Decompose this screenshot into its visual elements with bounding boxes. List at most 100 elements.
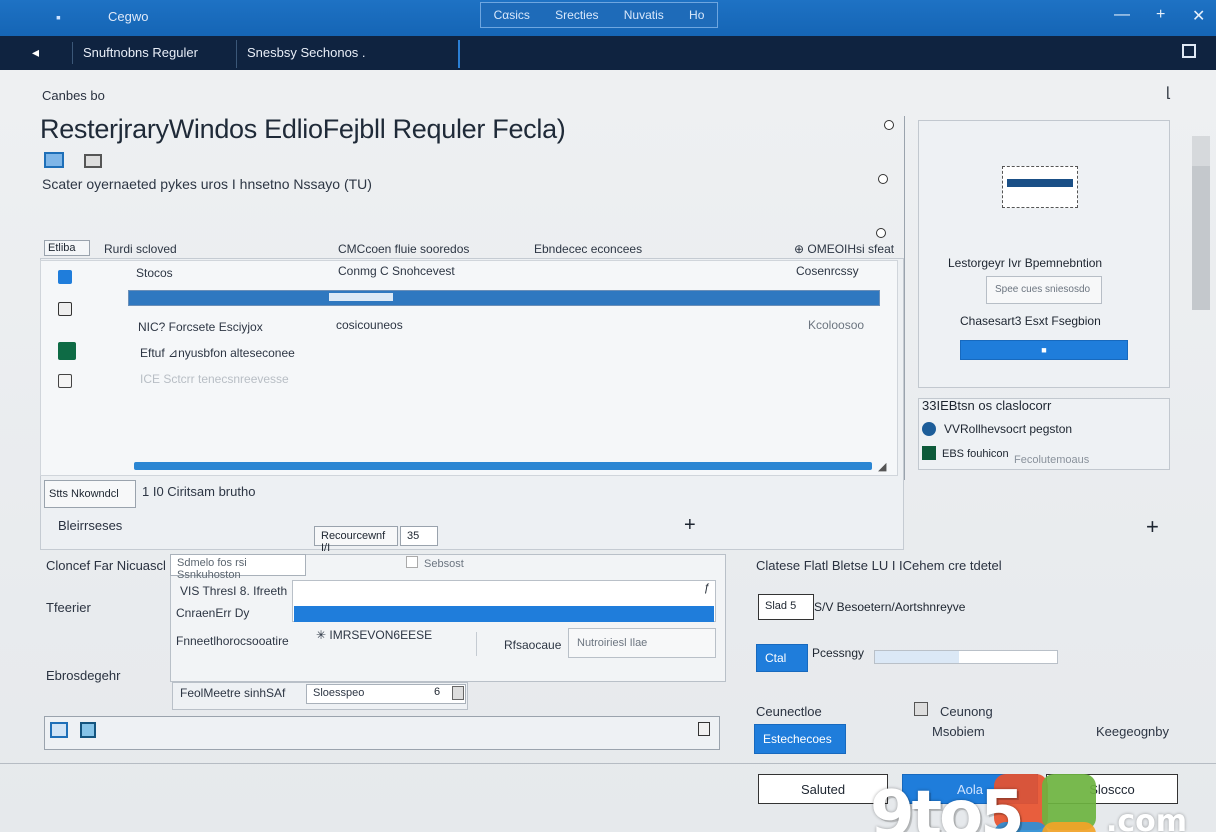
window-title: Cegwo xyxy=(108,9,149,24)
radio-option[interactable] xyxy=(884,120,894,130)
radio-option[interactable] xyxy=(876,228,886,238)
ensure-value: FeolMeetre sinhSAf xyxy=(180,686,286,700)
title-tab[interactable]: Srecties xyxy=(555,8,598,22)
checkbox[interactable] xyxy=(406,556,418,568)
row-status: Cosenrcssy xyxy=(796,264,859,278)
row-name: Eftuf ⊿nyusbfon alteseconee xyxy=(140,346,295,360)
navigation-bar: ◂ Snuftnobns Reguler Snesbsy Sechonos . xyxy=(0,36,1216,70)
column-header[interactable]: ⊕ OMEOIHsi sfeat xyxy=(794,242,894,256)
option-item[interactable]: Ceunong xyxy=(940,704,993,719)
status-strip xyxy=(44,716,720,750)
row-icon xyxy=(58,270,72,284)
progress-bar xyxy=(874,650,1058,664)
panel-divider xyxy=(904,116,905,480)
info-item: EBS fouhicon xyxy=(942,448,1009,460)
title-bar: ▪ Cegwo Cαsics Srecties Nuvatis Ho — + ✕ xyxy=(0,0,1216,36)
separator xyxy=(476,632,477,656)
resize-grip-icon[interactable]: ◢ xyxy=(878,460,886,473)
row-type: cosicouneos xyxy=(336,318,403,332)
list-code: ✳ IMRSEVON6EESE xyxy=(316,628,433,642)
dropdown-selected-item[interactable] xyxy=(294,606,714,622)
title-tab-strip: Cαsics Srecties Nuvatis Ho xyxy=(480,2,718,28)
corner-icon: ⌊ xyxy=(1166,84,1172,100)
option-item[interactable]: Keegeognby xyxy=(1096,724,1169,739)
card-action-button[interactable]: ■ xyxy=(960,340,1128,360)
printer-icon xyxy=(914,702,928,716)
horizontal-scrollbar[interactable] xyxy=(134,462,872,470)
page-title: ResterjraryWindos EdlioFejbll Requler Fe… xyxy=(40,114,566,144)
app-icon: ▪ xyxy=(56,9,61,25)
option-box[interactable]: Nutroiriesl Ilae xyxy=(568,628,716,658)
resources-button[interactable]: Recourcewnf I/I xyxy=(314,526,398,554)
close-button[interactable]: ✕ xyxy=(1192,6,1205,26)
panel-toggle-icon[interactable] xyxy=(1182,44,1196,58)
card-input[interactable]: Spee cues sniesosdo xyxy=(986,276,1102,304)
back-icon[interactable]: ◂ xyxy=(32,44,39,61)
title-tab[interactable]: Nuvatis xyxy=(624,8,664,22)
resources-count[interactable]: 35 xyxy=(400,526,438,546)
main-content: ⌊ Canbes bo ResterjraryWindos EdlioFejbl… xyxy=(0,70,1216,832)
card-label: Chasesart3 Esxt Fsegbion xyxy=(960,314,1101,328)
field-hint: Sebsost xyxy=(424,558,464,570)
key-description: S/V Besoetern/Aortshnreyve xyxy=(814,600,966,614)
sheet-icon xyxy=(58,342,76,360)
list-item[interactable]: Fnneetlhorocsooatire xyxy=(176,634,289,648)
field-label: Cloncef Far Nicuascl xyxy=(46,558,166,573)
section-heading: Bleirrseses xyxy=(58,518,123,533)
monitor-icon xyxy=(44,152,64,168)
row-chip xyxy=(329,293,393,301)
add-icon[interactable]: + xyxy=(684,514,696,537)
row-status: Kcoloosoo xyxy=(808,318,865,332)
table-row-selected[interactable] xyxy=(128,290,880,306)
field-label: Ebrosdegehr xyxy=(46,668,121,683)
info-item-secondary: Fecolutemoaus xyxy=(1014,454,1090,466)
column-header[interactable]: CMCcoen fluie sooredos xyxy=(338,242,469,256)
action-button[interactable]: Estechecoes xyxy=(754,724,846,754)
info-card-title: 33IEBtsn os claslocorr xyxy=(922,398,1052,413)
row-name: ICE Sctcrr tenecsnreevesse xyxy=(140,372,289,386)
phone-icon xyxy=(58,302,72,316)
column-header[interactable]: Rurdi scloved xyxy=(104,242,177,256)
info-icon xyxy=(922,422,936,436)
section-label: Canbes bo xyxy=(42,88,105,103)
add-icon[interactable]: + xyxy=(1146,514,1159,540)
preview-image xyxy=(1002,166,1078,208)
ensure-input[interactable]: Sloesspeo xyxy=(306,684,466,704)
check-icon[interactable] xyxy=(50,722,68,738)
title-tab[interactable]: Cαsics xyxy=(494,8,530,22)
filter-icon[interactable] xyxy=(80,722,96,738)
dropdown-caret-icon[interactable]: ƒ xyxy=(704,582,710,594)
attachment-icon[interactable] xyxy=(698,722,710,736)
stepper-icon[interactable] xyxy=(452,686,464,700)
list-item[interactable]: Rfsaocaue xyxy=(504,638,561,652)
blue-button[interactable]: Ctal xyxy=(756,644,808,672)
table-tab[interactable]: Stts Nkowndcl xyxy=(44,480,136,508)
breadcrumb-item[interactable]: Snuftnobns Reguler xyxy=(72,42,208,64)
breadcrumb-item-active[interactable]: Snesbsy Sechonos . xyxy=(236,40,460,68)
scrollbar-thumb[interactable] xyxy=(1192,166,1210,310)
record-count: 1 I0 Ciritsam brutho xyxy=(142,484,256,499)
section-heading: Clatese Flatl Bletse LU I ICehem cre tde… xyxy=(756,558,1002,573)
button-label: Pcessngy xyxy=(812,646,865,660)
section-heading: Ceunectloe xyxy=(756,704,822,719)
column-header[interactable]: Ebndecec econcees xyxy=(534,242,642,256)
option-item[interactable]: Msobiem xyxy=(932,724,985,739)
row-name: Stocos xyxy=(136,266,173,280)
card-heading: Lestorgeyr Ivr Bpemnebntion xyxy=(948,256,1103,270)
field-label: Tfeerier xyxy=(46,600,91,615)
list-item[interactable]: CnraenErr Dy xyxy=(176,606,249,620)
ensure-number: 6 xyxy=(434,686,441,698)
watermark-logo: 9to5 .com xyxy=(868,772,1198,832)
channel-input[interactable]: Sdmelo fos rsi Ssnkuhoston xyxy=(170,554,306,581)
radio-option[interactable] xyxy=(878,174,888,184)
device-icon xyxy=(84,154,102,168)
watermark-text: 9to5 xyxy=(870,778,1025,832)
minimize-button[interactable]: — xyxy=(1114,6,1130,24)
document-icon xyxy=(58,374,72,388)
list-item[interactable]: VIS ThresI 8. Ifreeth xyxy=(180,584,287,598)
maximize-button[interactable]: + xyxy=(1156,6,1165,24)
table-corner-label: Etliba xyxy=(44,240,90,256)
page-subtitle: Scater oyernaeted pykes uros I hnsetno N… xyxy=(42,176,372,192)
title-tab[interactable]: Ho xyxy=(689,8,704,22)
key-badge[interactable]: Slad 5 xyxy=(758,594,814,620)
